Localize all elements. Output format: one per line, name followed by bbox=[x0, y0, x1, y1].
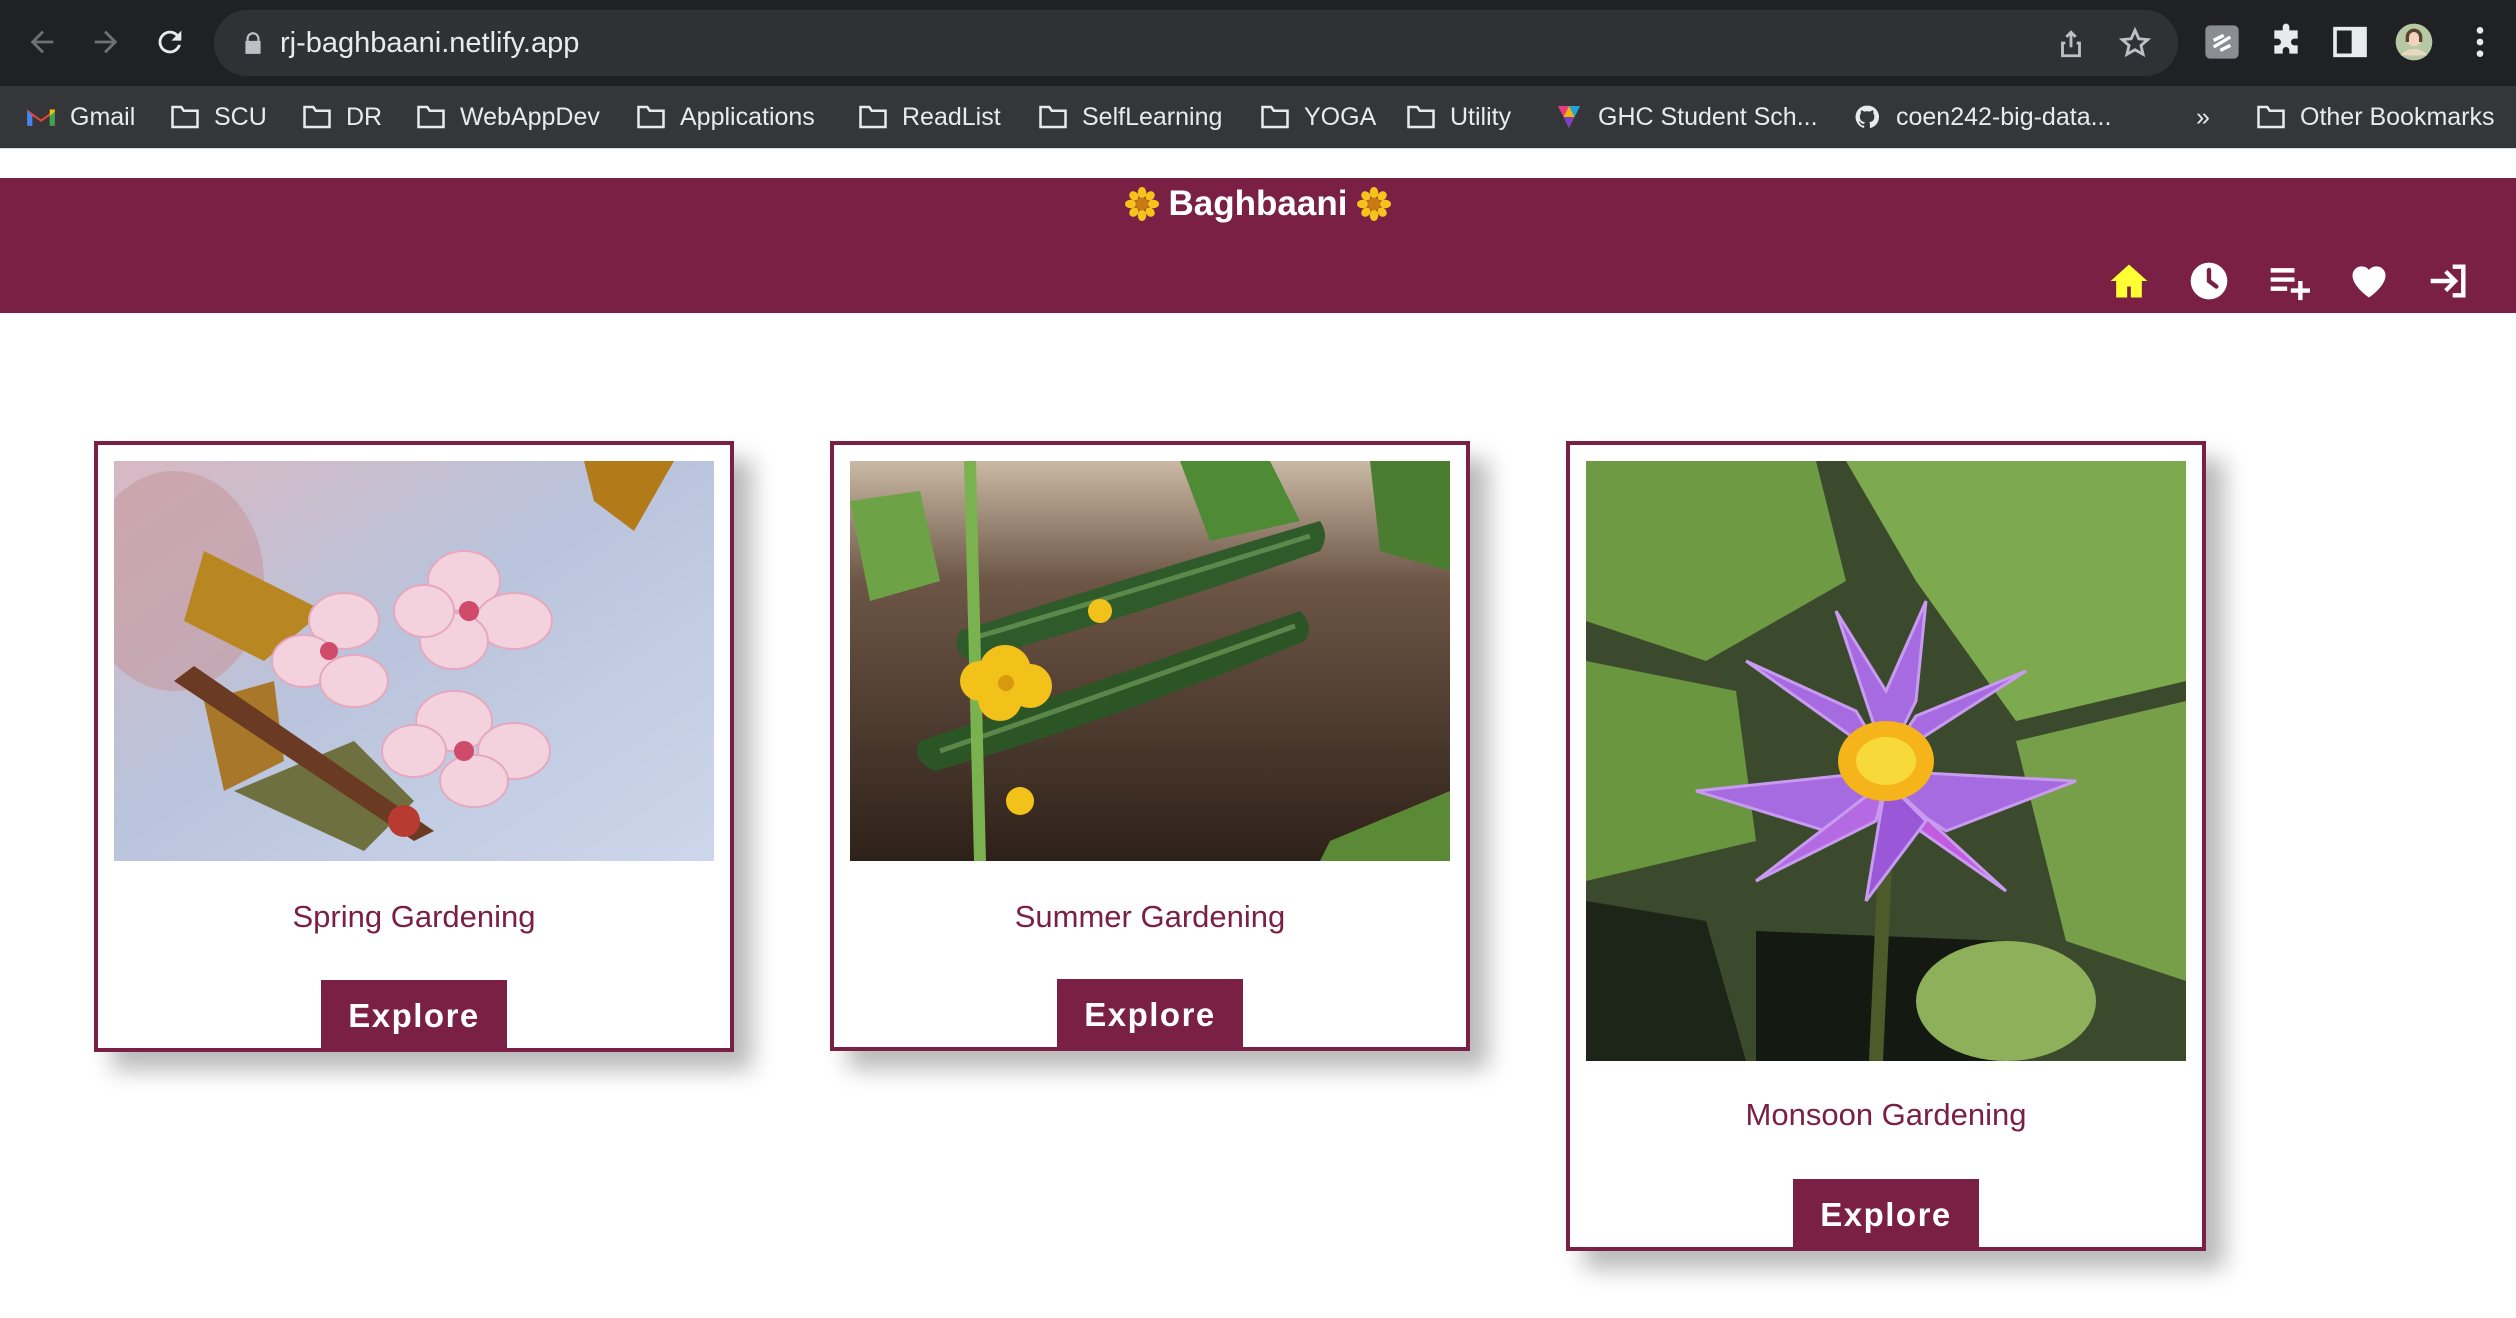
card-summer-gardening: Summer Gardening Explore bbox=[830, 441, 1470, 1051]
card-title: Spring Gardening bbox=[292, 899, 536, 934]
folder-icon bbox=[171, 105, 199, 129]
sunflower-icon bbox=[1357, 187, 1392, 221]
folder-icon bbox=[637, 105, 665, 129]
forward-arrow-icon bbox=[94, 30, 118, 54]
card-monsoon-gardening: Monsoon Gardening Explore bbox=[1566, 441, 2206, 1251]
address-bar[interactable]: rj-baghbaani.netlify.app bbox=[214, 10, 2178, 76]
bookmark-ghc[interactable]: GHC Student Sch... bbox=[1554, 96, 1818, 138]
back-button[interactable] bbox=[22, 22, 62, 62]
gmail-icon bbox=[27, 109, 55, 126]
bookmark-folder-applications[interactable]: Applications bbox=[636, 96, 815, 138]
puzzle-icon[interactable] bbox=[2266, 22, 2306, 62]
heart-icon bbox=[2352, 266, 2386, 298]
folder-icon bbox=[1407, 105, 1435, 129]
home-icon bbox=[2110, 264, 2148, 298]
app-header: Baghbaani bbox=[0, 178, 2516, 313]
bookmark-folder-dr[interactable]: DR bbox=[302, 96, 382, 138]
folder-icon bbox=[2257, 105, 2285, 129]
bookmarks-bar: Gmail SCU DR WebAppDev Applications Read… bbox=[0, 86, 2516, 148]
bookmark-folder-readlist[interactable]: ReadList bbox=[858, 96, 1001, 138]
folder-icon bbox=[1261, 105, 1289, 129]
sunflower-icon bbox=[1124, 187, 1159, 221]
profile-avatar-icon[interactable] bbox=[2394, 22, 2434, 62]
cherry-blossom-photo bbox=[114, 461, 714, 861]
bookmark-folder-scu[interactable]: SCU bbox=[170, 96, 267, 138]
github-icon bbox=[1855, 105, 1880, 128]
bookmark-github[interactable]: coen242-big-data... bbox=[1852, 96, 2111, 138]
side-panel-icon[interactable] bbox=[2330, 22, 2370, 62]
card-spring-gardening: Spring Gardening Explore bbox=[94, 441, 734, 1052]
bookmark-folder-selflearning[interactable]: SelfLearning bbox=[1038, 96, 1222, 138]
bookmark-folder-utility[interactable]: Utility bbox=[1406, 96, 1511, 138]
folder-icon bbox=[303, 105, 331, 129]
folder-icon bbox=[417, 105, 445, 129]
nav-favorites[interactable] bbox=[2346, 258, 2392, 304]
nav-history[interactable] bbox=[2186, 258, 2232, 304]
star-icon[interactable] bbox=[2118, 26, 2152, 60]
extension-app-icon[interactable] bbox=[2202, 22, 2242, 62]
explore-button[interactable]: Explore bbox=[321, 980, 507, 1052]
reload-button[interactable] bbox=[150, 22, 190, 62]
browser-toolbar: rj-baghbaani.netlify.app bbox=[0, 0, 2516, 86]
nav-playlist[interactable] bbox=[2266, 258, 2312, 304]
clock-icon bbox=[2190, 262, 2228, 300]
explore-button[interactable]: Explore bbox=[1057, 979, 1243, 1051]
explore-button[interactable]: Explore bbox=[1793, 1179, 1979, 1251]
folder-icon bbox=[1039, 105, 1067, 129]
url-text[interactable]: rj-baghbaani.netlify.app bbox=[280, 24, 579, 62]
bookmark-folder-yoga[interactable]: YOGA bbox=[1260, 96, 1376, 138]
nav-home[interactable] bbox=[2106, 258, 2152, 304]
login-icon bbox=[2430, 264, 2466, 298]
bookmark-gmail[interactable]: Gmail bbox=[26, 96, 135, 138]
menu-dots-icon[interactable] bbox=[2460, 22, 2500, 62]
forward-button[interactable] bbox=[86, 22, 126, 62]
brand-title: Baghbaani bbox=[1168, 184, 1348, 223]
bookmark-folder-webappdev[interactable]: WebAppDev bbox=[416, 96, 600, 138]
page-top-strip bbox=[0, 148, 2516, 178]
folder-icon bbox=[859, 105, 887, 129]
bookmarks-overflow-button[interactable]: » bbox=[2196, 96, 2210, 138]
cucumber-photo bbox=[850, 461, 1450, 861]
other-bookmarks[interactable]: Other Bookmarks bbox=[2256, 96, 2495, 138]
share-icon[interactable] bbox=[2054, 26, 2088, 60]
reload-icon bbox=[158, 30, 182, 54]
water-lily-photo bbox=[1586, 461, 2186, 1061]
playlist-add-icon bbox=[2270, 268, 2310, 301]
brand[interactable]: Baghbaani bbox=[0, 178, 2516, 226]
card-title: Monsoon Gardening bbox=[1745, 1097, 2027, 1132]
lock-icon bbox=[245, 32, 261, 54]
nav-login[interactable] bbox=[2426, 258, 2472, 304]
card-title: Summer Gardening bbox=[1014, 899, 1286, 934]
back-arrow-icon bbox=[30, 30, 54, 54]
ghc-icon bbox=[1558, 106, 1580, 128]
